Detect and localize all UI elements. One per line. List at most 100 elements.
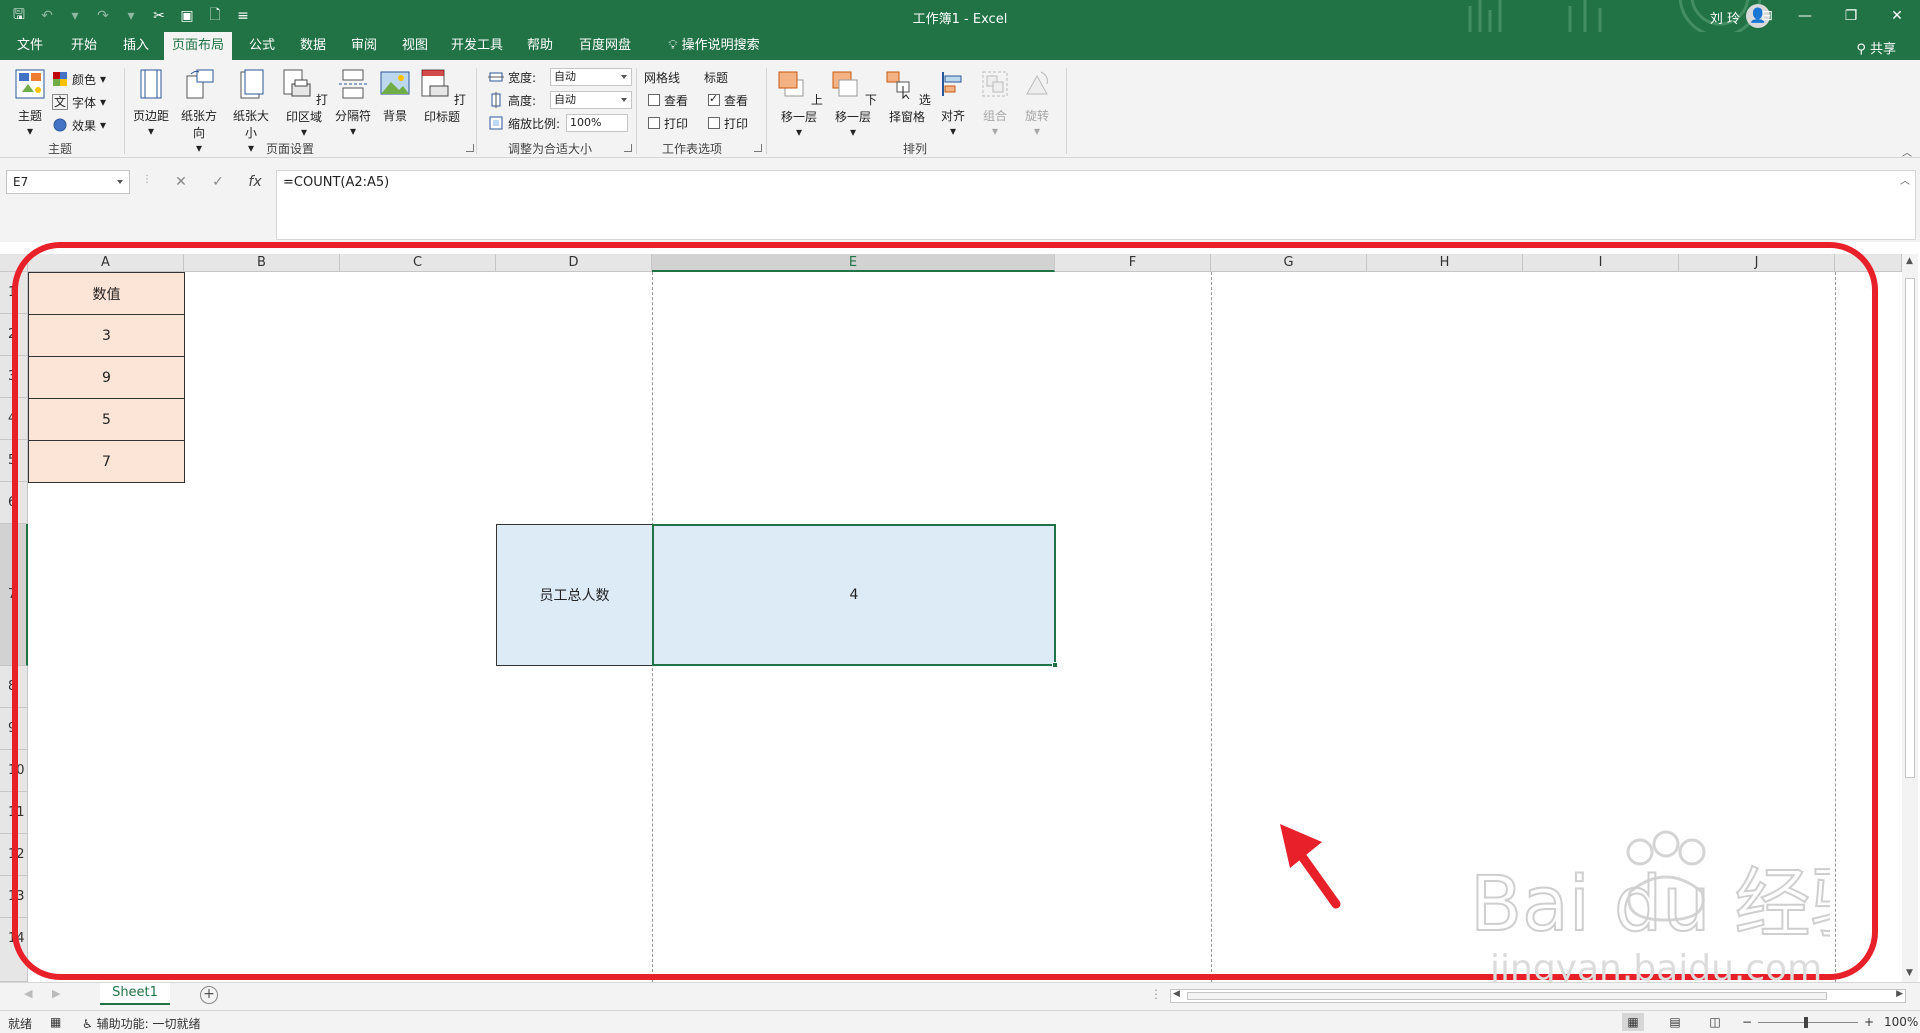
zoom-out-icon[interactable]: − <box>1742 1015 1752 1029</box>
scroll-up-icon[interactable]: ▲ <box>1906 256 1913 266</box>
vertical-scrollbar[interactable]: ▲ ▼ <box>1902 254 1918 982</box>
row-header-13[interactable]: 13 <box>0 876 28 918</box>
tab-split-grip-icon[interactable]: ⋮ <box>1150 987 1162 1001</box>
theme-effects-button[interactable]: 效果 ▾ <box>52 116 106 134</box>
theme-fonts-button[interactable]: 文 字体 ▾ <box>52 93 106 111</box>
tab-formulas[interactable]: 公式 <box>244 32 280 60</box>
prev-sheet-icon[interactable]: ◀ <box>24 987 32 1000</box>
tab-insert[interactable]: 插入 <box>118 32 154 60</box>
accessibility-status[interactable]: ♿︎ 辅助功能: 一切就绪 <box>82 1015 200 1032</box>
zoom-slider-thumb[interactable] <box>1804 1017 1808 1028</box>
cancel-formula-icon[interactable]: ✕ <box>166 170 196 194</box>
row-header-8[interactable]: 8 <box>0 666 28 708</box>
tab-data[interactable]: 数据 <box>295 32 331 60</box>
tab-home[interactable]: 开始 <box>66 32 102 60</box>
row-header-3[interactable]: 3 <box>0 356 28 398</box>
column-header-e[interactable]: E <box>652 254 1055 272</box>
column-header-d[interactable]: D <box>496 254 652 272</box>
width-combo[interactable]: 自动 <box>550 68 632 86</box>
restore-button[interactable]: ❐ <box>1828 0 1874 32</box>
row-header-11[interactable]: 11 <box>0 792 28 834</box>
page-setup-launcher-icon[interactable] <box>466 144 474 152</box>
tab-file[interactable]: 文件 <box>12 32 48 60</box>
scroll-left-icon[interactable]: ◀ <box>1173 989 1180 999</box>
share-button[interactable]: ⚲ 共享 <box>1856 38 1896 57</box>
fill-handle[interactable] <box>1052 662 1058 668</box>
zoom-slider[interactable] <box>1758 1017 1858 1028</box>
headings-print-checkbox[interactable]: 打印 <box>708 114 748 132</box>
headings-view-checkbox[interactable]: 查看 <box>708 91 748 109</box>
height-combo[interactable]: 自动 <box>550 91 632 109</box>
normal-view-icon[interactable]: ▦ <box>1622 1013 1644 1031</box>
cell-a4[interactable]: 5 <box>28 398 185 441</box>
add-sheet-icon[interactable]: + <box>200 986 218 1004</box>
close-button[interactable]: ✕ <box>1874 0 1920 32</box>
align-button[interactable]: 对齐 ▾ <box>934 68 972 138</box>
gridlines-view-checkbox[interactable]: 查看 <box>648 91 688 109</box>
theme-colors-button[interactable]: 颜色 ▾ <box>52 70 106 88</box>
cell-a3[interactable]: 9 <box>28 356 185 399</box>
tab-baidu-netdisk[interactable]: 百度网盘 <box>574 32 636 60</box>
row-header-9[interactable]: 9 <box>0 708 28 750</box>
horizontal-scrollbar[interactable]: ◀ ▶ <box>1170 989 1906 1003</box>
row-header-10[interactable]: 10 <box>0 750 28 792</box>
scroll-down-icon[interactable]: ▼ <box>1906 968 1913 978</box>
selection-pane-button[interactable]: 选择窗格 <box>880 68 934 125</box>
rotate-button[interactable]: 旋转 ▾ <box>1018 68 1056 138</box>
themes-button[interactable]: 主题 ▾ <box>8 68 52 138</box>
print-area-button[interactable]: 打印区域 ▾ <box>280 68 328 139</box>
select-all-corner[interactable] <box>0 254 28 272</box>
cell-a1[interactable]: 数值 <box>28 272 185 315</box>
orientation-button[interactable]: 纸张方向 ▾ <box>176 68 222 155</box>
formula-input[interactable]: =COUNT(A2:A5) <box>276 170 1916 240</box>
insert-function-icon[interactable]: fx <box>240 170 270 194</box>
scroll-right-icon[interactable]: ▶ <box>1896 989 1903 999</box>
user-name[interactable]: 刘 玲 <box>1710 8 1740 27</box>
page-layout-view-icon[interactable]: ▤ <box>1664 1013 1686 1031</box>
minimize-button[interactable]: — <box>1782 0 1828 32</box>
horizontal-scroll-thumb[interactable] <box>1187 992 1827 1000</box>
cell-e7-selected[interactable]: 4 <box>652 524 1056 666</box>
cell-a5[interactable]: 7 <box>28 440 185 483</box>
next-sheet-icon[interactable]: ▶ <box>52 987 60 1000</box>
column-header-c[interactable]: C <box>340 254 496 272</box>
scale-spinner[interactable]: 100% <box>566 114 628 132</box>
row-header-12[interactable]: 12 <box>0 834 28 876</box>
row-header-14[interactable]: 14 <box>0 918 28 982</box>
tab-help[interactable]: 帮助 <box>522 32 558 60</box>
row-header-4[interactable]: 4 <box>0 398 28 440</box>
sheet-tab-sheet1[interactable]: Sheet1 <box>100 983 170 1005</box>
background-button[interactable]: 背景 <box>378 68 412 124</box>
print-titles-button[interactable]: 打印标题 <box>416 68 468 125</box>
breaks-button[interactable]: 分隔符 ▾ <box>332 68 374 138</box>
gridlines-print-checkbox[interactable]: 打印 <box>648 114 688 132</box>
column-header-b[interactable]: B <box>184 254 340 272</box>
row-header-6[interactable]: 6 <box>0 482 28 524</box>
bring-forward-button[interactable]: 上移一层 ▾ <box>772 68 826 139</box>
macro-record-icon[interactable]: ▦ <box>50 1015 61 1029</box>
collapse-ribbon-icon[interactable]: ︿ <box>1902 144 1912 159</box>
tab-developer[interactable]: 开发工具 <box>446 32 508 60</box>
zoom-in-icon[interactable]: + <box>1864 1015 1874 1029</box>
row-header-2[interactable]: 2 <box>0 314 28 356</box>
confirm-formula-icon[interactable]: ✓ <box>203 170 233 194</box>
tab-review[interactable]: 审阅 <box>346 32 382 60</box>
row-header-1[interactable]: 1 <box>0 272 28 314</box>
page-break-preview-icon[interactable]: ◫ <box>1704 1013 1726 1031</box>
name-box[interactable]: E7 <box>6 170 130 194</box>
send-backward-button[interactable]: 下移一层 ▾ <box>826 68 880 139</box>
row-header-5[interactable]: 5 <box>0 440 28 482</box>
cell-a2[interactable]: 3 <box>28 314 185 357</box>
scale-launcher-icon[interactable] <box>624 144 632 152</box>
column-header-h[interactable]: H <box>1367 254 1523 272</box>
column-header-j[interactable]: J <box>1679 254 1835 272</box>
column-header-a[interactable]: A <box>28 254 184 272</box>
ribbon-display-icon[interactable]: ⊟ <box>1752 0 1782 32</box>
column-header-f[interactable]: F <box>1055 254 1211 272</box>
sheet-options-launcher-icon[interactable] <box>754 144 762 152</box>
cell-d7[interactable]: 员工总人数 <box>496 524 653 666</box>
tab-view[interactable]: 视图 <box>397 32 433 60</box>
column-header-g[interactable]: G <box>1211 254 1367 272</box>
expand-formula-icon[interactable]: ︿ <box>1900 172 1910 187</box>
tell-me-search[interactable]: 💡︎ 操作说明搜索 <box>654 32 774 60</box>
